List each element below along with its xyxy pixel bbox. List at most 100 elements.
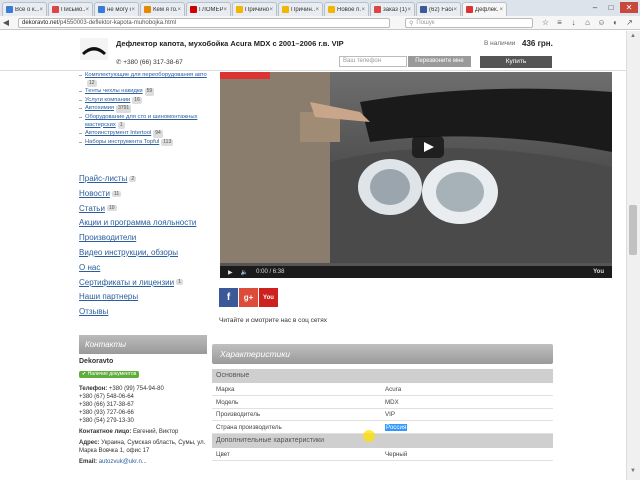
email-link[interactable]: autozvuk@ukr.n...: [99, 459, 147, 465]
browser-tab-bar: Все о к...×Письмо...×не могу с...×Кем я …: [0, 0, 640, 16]
scroll-down-icon[interactable]: ▼: [626, 468, 640, 478]
count-badge: 1: [176, 279, 183, 286]
tab-label: Письмо...: [61, 6, 86, 13]
spec-key: Цвет: [216, 451, 230, 458]
browser-tab[interactable]: (62) Face...×: [416, 2, 461, 16]
scrollbar-thumb[interactable]: [629, 205, 637, 255]
play-button-icon[interactable]: [412, 136, 444, 158]
back-icon[interactable]: ◀: [0, 17, 12, 29]
page-scrollbar[interactable]: [626, 31, 640, 480]
maximize-icon[interactable]: □: [604, 2, 618, 13]
share-icon[interactable]: ↗: [624, 17, 635, 28]
browser-tab[interactable]: Кем я го...×: [140, 2, 185, 16]
email-label: Email:: [79, 459, 98, 465]
subcategory-link[interactable]: Наборы инструмента Topful 113: [79, 138, 207, 147]
address-label: Адрес:: [79, 440, 100, 446]
sidebar-link[interactable]: Наши партнеры: [79, 292, 196, 307]
extensions-icon[interactable]: ◐: [610, 17, 621, 28]
buy-button[interactable]: Купить: [480, 56, 552, 68]
browser-tab[interactable]: Новое п...×: [324, 2, 369, 16]
sidebar-link[interactable]: Новости 11: [79, 189, 196, 204]
google-plus-icon[interactable]: g+: [239, 288, 258, 307]
tab-label: заказ (1)...: [383, 6, 407, 13]
phone-4[interactable]: +380 (93) 727-06-66: [79, 410, 134, 416]
callback-button[interactable]: Перезвоните мне: [408, 56, 471, 67]
count-badge: 1: [117, 121, 125, 130]
subcategory-link[interactable]: Комплектующие для переоборудования авто1…: [79, 72, 207, 88]
tab-close-icon[interactable]: ×: [269, 7, 273, 13]
sidebar-link[interactable]: Производители: [79, 233, 196, 248]
url-path: /p4550003-deflektor-kapota-muhobojka.htm…: [58, 20, 177, 26]
browser-tab[interactable]: не могу с...×: [94, 2, 139, 16]
close-window-icon[interactable]: ✕: [620, 2, 638, 13]
chat-icon[interactable]: ☺: [596, 17, 607, 28]
browser-tab[interactable]: Письмо... ×: [48, 2, 93, 16]
download-icon[interactable]: ↓: [568, 17, 579, 28]
bookmark-star-icon[interactable]: ☆: [540, 17, 551, 28]
phone-5[interactable]: +380 (54) 279-13-30: [79, 418, 134, 424]
subcategory-list: Комплектующие для переоборудования авто1…: [79, 72, 207, 147]
spec-value: VIP: [385, 409, 395, 421]
tab-close-icon[interactable]: ×: [177, 7, 181, 13]
spec-key: Производитель: [216, 411, 261, 418]
browser-tab[interactable]: Причин... ×: [278, 2, 323, 16]
header-phone[interactable]: ✆ +380 (66) 317-38-67: [116, 58, 183, 66]
product-thumbnail[interactable]: [80, 38, 108, 60]
sidebar-link[interactable]: Прайс-листы 2: [79, 174, 196, 189]
facebook-icon[interactable]: f: [219, 288, 238, 307]
tab-close-icon[interactable]: ×: [361, 7, 365, 13]
sidebar-link-label: Наши партнеры: [79, 292, 139, 302]
browser-tab[interactable]: Дефлек... ×: [462, 2, 507, 16]
tab-close-icon[interactable]: ×: [315, 7, 319, 13]
count-badge: 2: [129, 175, 137, 182]
sidebar-link-label: Видео инструкции, обзоры: [79, 247, 179, 257]
subcategory-link[interactable]: Услуги компании 16: [79, 96, 207, 105]
contact-name: Евгений, Виктор: [132, 429, 179, 435]
count-badge: 11: [111, 190, 122, 197]
sidebar-link[interactable]: Акции и программа лояльности: [79, 218, 196, 233]
subcategory-link[interactable]: Тенты чехлы накидки 59: [79, 88, 207, 96]
social-caption: Читайте и смотрите нас в соц сетях: [219, 317, 327, 324]
sidebar-link-label: Акции и программа лояльности: [79, 218, 197, 228]
scroll-up-icon[interactable]: ▲: [626, 33, 640, 43]
contact-person: Контактное лицо: Евгений, Виктор: [79, 428, 209, 436]
spec-value: Россия: [385, 422, 408, 434]
tab-close-icon[interactable]: ×: [131, 7, 135, 13]
tab-close-icon[interactable]: ×: [39, 7, 43, 13]
minimize-icon[interactable]: –: [588, 2, 602, 13]
youtube-icon[interactable]: You: [259, 288, 278, 307]
phone-3[interactable]: +380 (66) 317-38-67: [79, 402, 134, 408]
sidebar-link[interactable]: Видео инструкции, обзоры: [79, 248, 196, 263]
browser-tab[interactable]: ГЛОМЕР...×: [186, 2, 231, 16]
url-domain: dekoravto.net: [22, 20, 59, 26]
tab-close-icon[interactable]: ×: [453, 7, 457, 13]
video-play-icon[interactable]: ▶: [228, 269, 233, 276]
tab-close-icon[interactable]: ×: [499, 7, 503, 13]
reading-list-icon[interactable]: ≡: [554, 17, 565, 28]
subcategory-link[interactable]: Оборудование для сто и шиномонтажных мас…: [79, 114, 207, 130]
volume-icon[interactable]: 🔈: [241, 269, 248, 276]
browser-tab[interactable]: Причино...×: [232, 2, 277, 16]
tab-close-icon[interactable]: ×: [85, 7, 89, 13]
youtube-logo-icon[interactable]: You: [593, 269, 604, 275]
sidebar-link[interactable]: Статьи 10: [79, 204, 196, 219]
subcategory-link[interactable]: Автоинструмент Intertool 94: [79, 130, 207, 138]
tab-favicon-icon: [190, 6, 197, 13]
subcategory-link[interactable]: Автохимия 3791: [79, 105, 207, 113]
home-icon[interactable]: ⌂: [582, 17, 593, 28]
sidebar-link[interactable]: О нас: [79, 263, 196, 278]
company-name: Dekoravto: [79, 358, 114, 365]
sidebar-link[interactable]: Сертификаты и лицензии 1: [79, 278, 196, 293]
browser-tab[interactable]: заказ (1)...×: [370, 2, 415, 16]
tab-close-icon[interactable]: ×: [407, 7, 411, 13]
address-bar[interactable]: dekoravto.net/p4550003-deflektor-kapota-…: [18, 18, 390, 28]
callback-phone-input[interactable]: Ваш телефон: [339, 56, 407, 67]
tab-close-icon[interactable]: ×: [223, 7, 227, 13]
search-input[interactable]: ⚲ Пошук: [405, 18, 533, 28]
sidebar-link[interactable]: Отзывы: [79, 307, 196, 322]
phone-2[interactable]: +380 (67) 548-06-64: [79, 394, 134, 400]
address-block: Адрес: Украина, Сумская область, Сумы, у…: [79, 439, 209, 455]
phone-1[interactable]: +380 (99) 754-94-80: [109, 386, 164, 392]
product-video[interactable]: [220, 72, 612, 278]
browser-tab[interactable]: Все о к... ×: [2, 2, 47, 16]
